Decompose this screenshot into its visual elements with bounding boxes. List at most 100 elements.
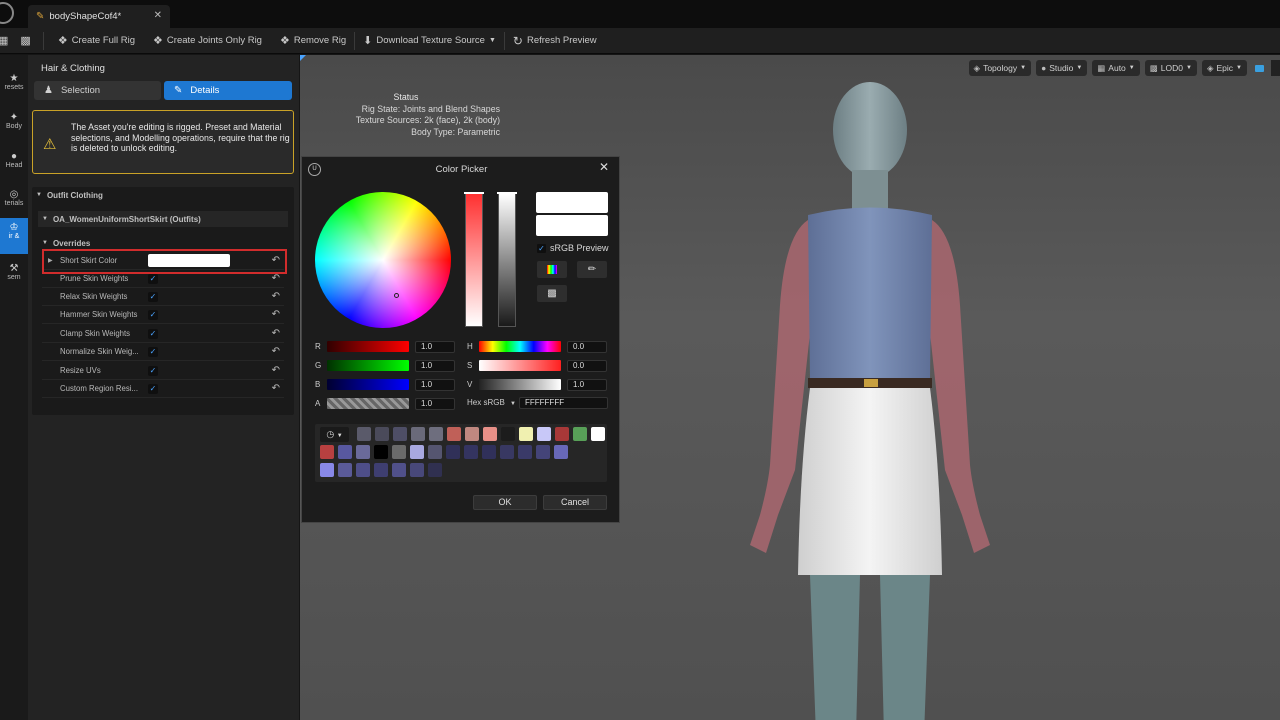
color-swatch[interactable] xyxy=(554,445,568,459)
color-swatch[interactable] xyxy=(428,463,442,477)
color-swatch[interactable] xyxy=(375,427,389,441)
saturation-channel-slider[interactable] xyxy=(479,360,561,371)
selection-tab[interactable]: ♟ Selection xyxy=(34,81,161,100)
save-icon[interactable]: ▦ xyxy=(0,30,12,52)
red-slider[interactable] xyxy=(327,341,409,352)
hammer-skin-weights-checkbox[interactable]: ✓ xyxy=(148,309,158,320)
close-tab-icon[interactable]: ✕ xyxy=(154,10,162,21)
saturation-value-input[interactable]: 0.0 xyxy=(567,359,607,372)
studio-dropdown[interactable]: ● Studio ▼ xyxy=(1036,60,1088,76)
red-value-input[interactable]: 1.0 xyxy=(415,340,455,353)
green-value-input[interactable]: 1.0 xyxy=(415,359,455,372)
reset-to-default-icon[interactable]: ↶ xyxy=(272,365,280,376)
hex-value-input[interactable]: FFFFFFFF xyxy=(519,397,608,409)
eyedropper-button[interactable]: ✏ xyxy=(577,261,607,278)
color-swatch[interactable] xyxy=(374,445,388,459)
mode-body[interactable]: ✦ Body xyxy=(0,108,28,144)
reset-to-default-icon[interactable]: ↶ xyxy=(272,383,280,394)
color-swatch[interactable] xyxy=(428,445,442,459)
alpha-value-input[interactable]: 1.0 xyxy=(415,397,455,410)
mode-presets[interactable]: ★ resets xyxy=(0,69,28,105)
browse-icon[interactable]: ▩ xyxy=(20,30,34,52)
srgb-preview-toggle[interactable]: ✓ sRGB Preview xyxy=(537,243,609,253)
color-swatch[interactable] xyxy=(446,445,460,459)
color-swatch[interactable] xyxy=(555,427,569,441)
color-spectrum-button[interactable] xyxy=(537,261,567,278)
color-swatch[interactable] xyxy=(465,427,479,441)
value-channel-slider[interactable] xyxy=(479,379,561,390)
topology-dropdown[interactable]: ◈ Topology ▼ xyxy=(968,60,1032,76)
screen-icon[interactable] xyxy=(1252,60,1266,76)
color-swatch[interactable] xyxy=(338,463,352,477)
color-swatch[interactable] xyxy=(518,445,532,459)
outfit-item-header[interactable]: ▼ OA_WomenUniformShortSkirt (Outfits) xyxy=(38,211,288,227)
color-swatch[interactable] xyxy=(483,427,497,441)
mode-hair-clothing[interactable]: ♔ ir & xyxy=(0,218,28,254)
auto-dropdown[interactable]: ▦ Auto ▼ xyxy=(1092,60,1140,76)
prune-skin-weights-checkbox[interactable]: ✓ xyxy=(148,273,158,284)
custom-region-resize-checkbox[interactable]: ✓ xyxy=(148,383,158,394)
color-swatch[interactable] xyxy=(392,445,406,459)
srgb-preview-checkbox[interactable]: ✓ xyxy=(537,243,546,253)
color-swatch[interactable] xyxy=(393,427,407,441)
color-swatch[interactable] xyxy=(411,427,425,441)
color-swatch[interactable] xyxy=(537,427,551,441)
value-slider[interactable] xyxy=(497,192,517,327)
color-swatch[interactable] xyxy=(410,445,424,459)
mode-assembly[interactable]: ⚒ sem xyxy=(0,259,28,295)
mode-head[interactable]: ● Head xyxy=(0,147,28,183)
normalize-skin-weights-checkbox[interactable]: ✓ xyxy=(148,346,158,357)
reset-to-default-icon[interactable]: ↶ xyxy=(272,328,280,339)
color-swatch[interactable] xyxy=(320,445,334,459)
mode-materials[interactable]: ◎ terials xyxy=(0,185,28,221)
color-swatch[interactable] xyxy=(447,427,461,441)
color-swatch[interactable] xyxy=(591,427,605,441)
color-swatch[interactable] xyxy=(410,463,424,477)
color-swatch[interactable] xyxy=(356,463,370,477)
unreal-logo-icon[interactable] xyxy=(0,2,14,24)
create-full-rig-button[interactable]: ❖ Create Full Rig xyxy=(58,30,135,52)
hue-slider[interactable] xyxy=(479,341,561,352)
close-icon[interactable]: ✕ xyxy=(599,160,609,174)
screen-sample-button[interactable]: ▩ xyxy=(537,285,567,302)
details-tab[interactable]: ✎ Details xyxy=(164,81,292,100)
document-tab[interactable]: ✎ bodyShapeCof4* ✕ xyxy=(28,5,170,28)
color-swatch[interactable] xyxy=(519,427,533,441)
color-swatch[interactable] xyxy=(536,445,550,459)
quality-dropdown[interactable]: ◈ Epic ▼ xyxy=(1201,60,1247,76)
color-swatch[interactable] xyxy=(320,463,334,477)
color-swatch[interactable] xyxy=(357,427,371,441)
color-wheel-cursor[interactable] xyxy=(394,293,399,298)
value-value-input[interactable]: 1.0 xyxy=(567,378,607,391)
color-wheel[interactable] xyxy=(315,192,451,328)
remove-rig-button[interactable]: ❖ Remove Rig xyxy=(280,30,346,52)
color-swatch[interactable] xyxy=(500,445,514,459)
clamp-skin-weights-checkbox[interactable]: ✓ xyxy=(148,328,158,339)
reset-to-default-icon[interactable]: ↶ xyxy=(272,273,280,284)
color-swatch[interactable] xyxy=(501,427,515,441)
cancel-button[interactable]: Cancel xyxy=(543,495,607,510)
download-texture-source-button[interactable]: ⬇ Download Texture Source ▼ xyxy=(363,30,496,52)
color-swatch[interactable] xyxy=(356,445,370,459)
reset-to-default-icon[interactable]: ↶ xyxy=(272,291,280,302)
alpha-slider[interactable] xyxy=(327,398,409,409)
relax-skin-weights-checkbox[interactable]: ✓ xyxy=(148,291,158,302)
color-swatch[interactable] xyxy=(482,445,496,459)
ok-button[interactable]: OK xyxy=(473,495,537,510)
color-swatch[interactable] xyxy=(374,463,388,477)
resize-uvs-checkbox[interactable]: ✓ xyxy=(148,365,158,376)
blue-value-input[interactable]: 1.0 xyxy=(415,378,455,391)
color-swatch[interactable] xyxy=(338,445,352,459)
green-slider[interactable] xyxy=(327,360,409,371)
blue-slider[interactable] xyxy=(327,379,409,390)
saturation-slider[interactable] xyxy=(464,192,484,327)
color-swatch[interactable] xyxy=(573,427,587,441)
color-swatch[interactable] xyxy=(464,445,478,459)
hue-value-input[interactable]: 0.0 xyxy=(567,340,607,353)
recent-colors-menu[interactable]: ◷ ▼ xyxy=(320,427,349,442)
color-swatch[interactable] xyxy=(392,463,406,477)
color-swatch[interactable] xyxy=(429,427,443,441)
hex-mode-dropdown[interactable]: Hex sRGB ▼ xyxy=(467,398,516,407)
outfit-clothing-header[interactable]: ▼ Outfit Clothing xyxy=(36,187,103,203)
lod-dropdown[interactable]: ▩ LOD0 ▼ xyxy=(1144,60,1197,76)
